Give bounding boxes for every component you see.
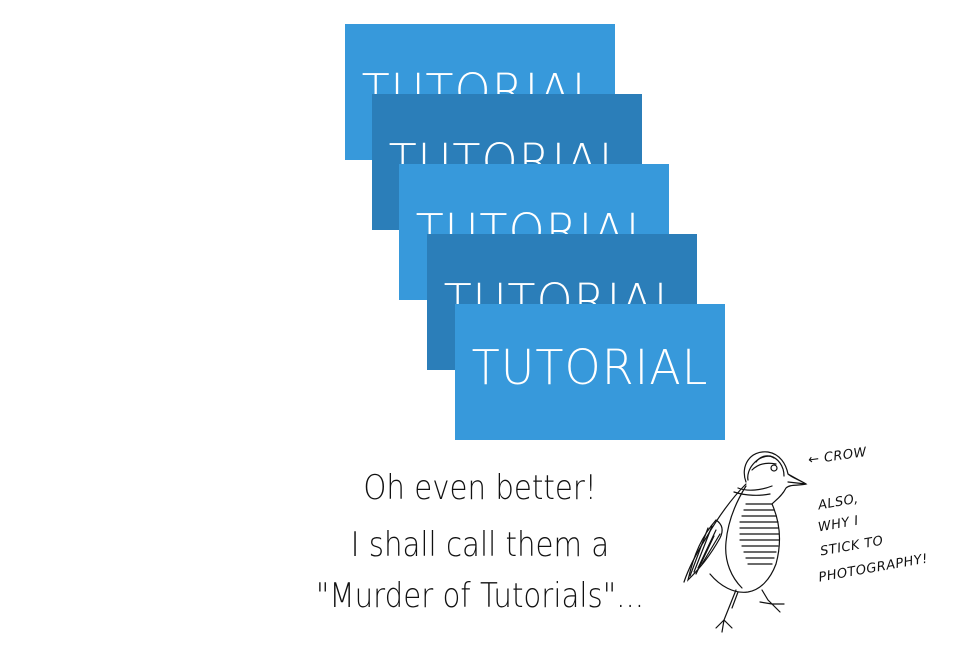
tutorial-card-5: TUTORIAL — [455, 304, 725, 440]
caption-line-3: "Murder of Tutorials"... — [315, 576, 645, 616]
tutorial-card-label: TUTORIAL — [471, 338, 709, 396]
caption-line-2: I shall call them a — [350, 525, 610, 565]
caption-line-1: Oh even better! — [363, 468, 597, 508]
crow-label: ← CROW — [807, 444, 868, 469]
crow-sketch-icon — [683, 451, 808, 633]
